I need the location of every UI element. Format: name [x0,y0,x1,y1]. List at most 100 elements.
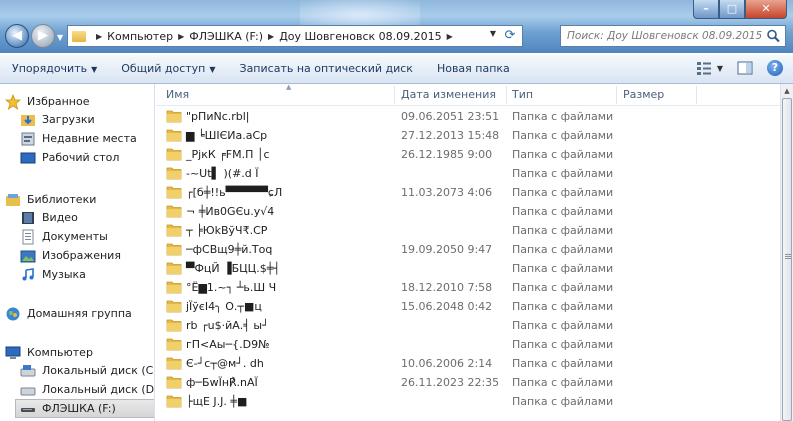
file-name[interactable]: °Ё▆1.~┐ ┴ь.Ш Ч [186,281,276,294]
column-header-size[interactable]: Размер [623,88,664,101]
sidebar-item-favorites[interactable]: Избранное [5,92,154,111]
file-name[interactable]: ├щЕ J.J. ╪■ [186,395,247,408]
column-header-name[interactable]: Имя [166,88,189,101]
scroll-up-arrow-icon[interactable]: ▲ [781,84,793,98]
folder-icon [166,280,182,294]
address-history-dropdown-icon[interactable]: ▼ [490,29,496,38]
table-row[interactable]: rb ┌u$·йА.╡ ы┘ Папка с файлами [156,316,780,335]
folder-icon [166,166,182,180]
sidebar-item-libraries[interactable]: Библиотеки [5,190,154,209]
file-type: Папка с файлами [512,148,614,161]
table-row[interactable]: ─фСВщ9╪й.Тоq 19.09.2050 9:47 Папка с файла… [156,240,780,259]
usb-drive-icon [21,407,35,412]
table-row[interactable]: ┬ ╞ЮkВўЧ₹.СР Папка с файлами [156,221,780,240]
file-name[interactable]: ┬ ╞ЮkВўЧ₹.СР [186,224,267,237]
file-date: 26.11.2023 22:35 [401,376,500,389]
table-row[interactable]: ▀ФцЙ ▐БЦЦ.$╪┤ Папка с файлами [156,259,780,278]
change-view-button[interactable]: ▼ [696,61,723,75]
file-name[interactable]: -~Ut▌ )(#.d Ї [186,167,259,180]
vertical-scrollbar[interactable]: ▲ [780,84,793,421]
preview-pane-icon[interactable] [737,61,753,75]
column-divider[interactable] [696,86,697,104]
folder-icon [166,204,182,218]
sidebar-item-desktop[interactable]: Рабочий стол [20,148,154,167]
homegroup-icon [6,307,20,320]
chevron-right-icon[interactable]: ▶ [96,32,102,41]
table-row[interactable]: _РjкК ╒FM.П │с 26.12.1985 9:00 Папка с фай… [156,145,780,164]
file-name[interactable]: _РjкК ╒FM.П │с [186,148,270,161]
search-input[interactable] [567,30,763,42]
search-icon[interactable] [765,28,781,44]
sidebar-item-recent-places[interactable]: Недавние места [20,129,154,148]
breadcrumb-current-folder[interactable]: Доу Шовгеновск 08.09.2015 [279,30,441,43]
file-name[interactable]: jЇўєІ4╮ О.┬■ц [186,300,262,313]
sidebar-item-label: Музыка [42,268,86,281]
downloads-folder-icon [21,114,35,126]
sidebar-item-pictures[interactable]: Изображения [20,246,154,265]
folder-icon [166,356,182,370]
back-button[interactable]: ◀ [5,24,29,48]
maximize-button[interactable]: □ [719,0,745,19]
table-row[interactable]: ┌[б╪!!ь▀▀▀▀▀ɕЛ 11.03.2073 4:06 Папка с фай… [156,183,780,202]
folder-icon [166,261,182,275]
file-name[interactable]: rb ┌u$·йА.╡ ы┘ [186,319,269,332]
file-date: 19.09.2050 9:47 [401,243,493,256]
sidebar-item-computer[interactable]: Компьютер [5,343,154,362]
table-row[interactable]: ф─БwЇн℟.nАЇ 26.11.2023 22:35 Папка с файла… [156,373,780,392]
file-date: 18.12.2010 7:58 [401,281,493,294]
organize-label: Упорядочить [12,62,88,75]
sidebar-item-homegroup[interactable]: Домашняя группа [5,304,154,323]
file-name[interactable]: гП<Аы─{.D9№ [186,338,270,351]
column-header-date[interactable]: Дата изменения [401,88,496,101]
column-divider[interactable] [394,86,395,104]
column-header-type[interactable]: Тип [512,88,533,101]
close-button[interactable]: ✕ [745,0,787,19]
table-row[interactable]: -~Ut▌ )(#.d Ї Папка с файлами [156,164,780,183]
breadcrumb-flash-drive[interactable]: ФЛЭШКА (F:) [189,30,263,43]
column-divider[interactable] [616,86,617,104]
file-name[interactable]: ¬ ╪Ив0GЄu.у√4 [186,205,274,218]
scrollbar-thumb[interactable] [782,98,792,421]
refresh-icon[interactable]: ⟳ [501,27,519,45]
sidebar-item-music[interactable]: Музыка [20,265,154,284]
help-icon[interactable]: ? [767,60,783,76]
file-name[interactable]: ─фСВщ9╪й.Тоq [186,243,272,256]
sidebar-item-local-disk-d[interactable]: Локальный диск (D [20,380,154,399]
sidebar-item-label: ФЛЭШКА (F:) [42,402,116,415]
recent-pages-dropdown-icon[interactable]: ▼ [57,33,63,42]
table-row[interactable]: °Ё▆1.~┐ ┴ь.Ш Ч 18.12.2010 7:58 Папка с фай… [156,278,780,297]
chevron-right-icon[interactable]: ▶ [268,32,274,41]
table-row[interactable]: jЇўєІ4╮ О.┬■ц 15.06.2048 0:42 Папка с файл… [156,297,780,316]
share-menu-button[interactable]: Общий доступ ▼ [109,57,227,81]
sidebar-item-local-disk-c[interactable]: Локальный диск (C [20,361,154,380]
chevron-right-icon[interactable]: ▶ [447,32,453,41]
table-row[interactable]: гП<Аы─{.D9№ Папка с файлами [156,335,780,354]
sidebar-item-label: Компьютер [27,346,93,359]
file-name[interactable]: ▀ФцЙ ▐БЦЦ.$╪┤ [186,262,280,275]
chevron-right-icon[interactable]: ▶ [178,32,184,41]
search-box[interactable] [560,25,786,47]
sidebar-item-documents[interactable]: Документы [20,227,154,246]
table-row[interactable]: Є-┘с┬@м┘. dh 10.06.2006 2:14 Папка с файла… [156,354,780,373]
table-row[interactable]: ▆ ╘ШІЄИа.аСр 27.12.2013 15:48 Папка с файл… [156,126,780,145]
sidebar-item-video[interactable]: Видео [20,208,154,227]
file-name[interactable]: ▆ ╘ШІЄИа.аСр [186,129,267,142]
sidebar-item-flash-drive[interactable]: ФЛЭШКА (F:) [15,399,154,418]
forward-button[interactable]: ▶ [31,24,55,48]
file-name[interactable]: ф─БwЇн℟.nАЇ [186,376,258,389]
sidebar-item-downloads[interactable]: Загрузки [20,110,154,129]
column-divider[interactable] [506,86,507,104]
minimize-button[interactable]: – [693,0,719,19]
file-name[interactable]: Є-┘с┬@м┘. dh [186,357,264,370]
address-bar[interactable]: ▶ Компьютер ▶ ФЛЭШКА (F:) ▶ Доу Шовгенов… [67,25,523,47]
table-row[interactable]: "рПиNс.rbl| 09.06.2051 23:51 Папка с файла… [156,107,780,126]
file-list: ▲ Имя Дата изменения Тип Размер "рПиNс.r… [156,84,780,421]
breadcrumb-computer[interactable]: Компьютер [107,30,173,43]
file-name[interactable]: ┌[б╪!!ь▀▀▀▀▀ɕЛ [186,186,282,199]
table-row[interactable]: ├щЕ J.J. ╪■ Папка с файлами [156,392,780,411]
file-name[interactable]: "рПиNс.rbl| [186,110,250,123]
organize-menu-button[interactable]: Упорядочить ▼ [0,57,109,81]
table-row[interactable]: ¬ ╪Ив0GЄu.у√4 Папка с файлами [156,202,780,221]
new-folder-button[interactable]: Новая папка [425,57,522,81]
burn-button[interactable]: Записать на оптический диск [228,57,425,81]
